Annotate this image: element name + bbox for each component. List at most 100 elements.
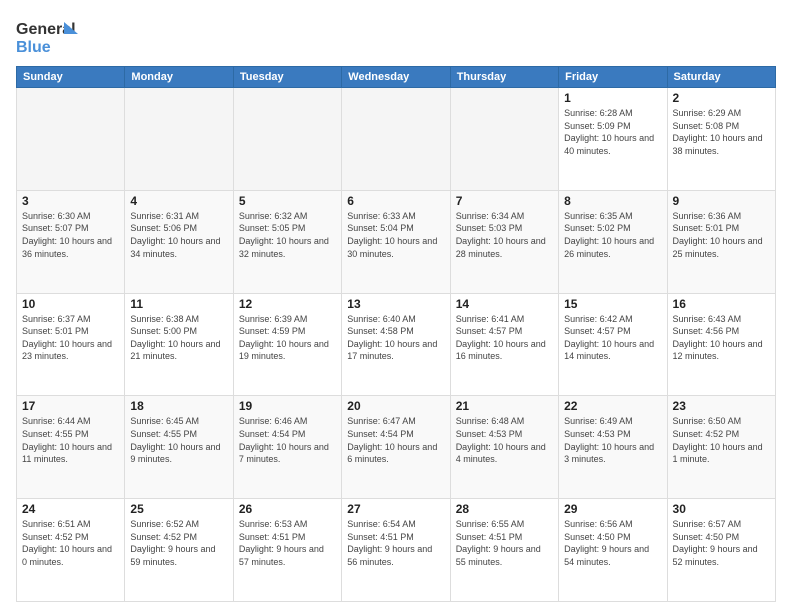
day-info: Sunrise: 6:40 AM Sunset: 4:58 PM Dayligh… — [347, 313, 444, 363]
day-info: Sunrise: 6:46 AM Sunset: 4:54 PM Dayligh… — [239, 415, 336, 465]
day-info: Sunrise: 6:29 AM Sunset: 5:08 PM Dayligh… — [673, 107, 770, 157]
day-info: Sunrise: 6:51 AM Sunset: 4:52 PM Dayligh… — [22, 518, 119, 568]
day-info: Sunrise: 6:38 AM Sunset: 5:00 PM Dayligh… — [130, 313, 227, 363]
col-header-sunday: Sunday — [17, 67, 125, 88]
day-info: Sunrise: 6:57 AM Sunset: 4:50 PM Dayligh… — [673, 518, 770, 568]
day-cell: 23 Sunrise: 6:50 AM Sunset: 4:52 PM Dayli… — [667, 396, 775, 499]
day-cell: 7Sunrise: 6:34 AM Sunset: 5:03 PM Daylig… — [450, 190, 558, 293]
day-cell: 12 Sunrise: 6:39 AM Sunset: 4:59 PM Dayli… — [233, 293, 341, 396]
day-info: Sunrise: 6:55 AM Sunset: 4:51 PM Dayligh… — [456, 518, 553, 568]
day-info: Sunrise: 6:35 AM Sunset: 5:02 PM Dayligh… — [564, 210, 661, 260]
day-number: 7 — [456, 194, 553, 208]
day-info: Sunrise: 6:43 AM Sunset: 4:56 PM Dayligh… — [673, 313, 770, 363]
day-cell: 24Sunrise: 6:51 AM Sunset: 4:52 PM Dayli… — [17, 499, 125, 602]
col-header-friday: Friday — [559, 67, 667, 88]
day-info: Sunrise: 6:50 AM Sunset: 4:52 PM Dayligh… — [673, 415, 770, 465]
day-number: 14 — [456, 297, 553, 311]
week-row-4: 17 Sunrise: 6:44 AM Sunset: 4:55 PM Dayli… — [17, 396, 776, 499]
day-cell: 9 Sunrise: 6:36 AM Sunset: 5:01 PM Daylig… — [667, 190, 775, 293]
col-header-tuesday: Tuesday — [233, 67, 341, 88]
week-row-3: 10 Sunrise: 6:37 AM Sunset: 5:01 PM Dayli… — [17, 293, 776, 396]
day-cell: 25 Sunrise: 6:52 AM Sunset: 4:52 PM Dayli… — [125, 499, 233, 602]
day-cell: 22Sunrise: 6:49 AM Sunset: 4:53 PM Dayli… — [559, 396, 667, 499]
day-cell: 1 Sunrise: 6:28 AM Sunset: 5:09 PM Daylig… — [559, 88, 667, 191]
day-cell: 27Sunrise: 6:54 AM Sunset: 4:51 PM Dayli… — [342, 499, 450, 602]
day-cell — [17, 88, 125, 191]
day-cell: 26 Sunrise: 6:53 AM Sunset: 4:51 PM Dayli… — [233, 499, 341, 602]
day-cell — [342, 88, 450, 191]
day-cell: 3 Sunrise: 6:30 AM Sunset: 5:07 PM Daylig… — [17, 190, 125, 293]
day-cell: 11 Sunrise: 6:38 AM Sunset: 5:00 PM Dayli… — [125, 293, 233, 396]
day-cell: 10 Sunrise: 6:37 AM Sunset: 5:01 PM Dayli… — [17, 293, 125, 396]
day-number: 2 — [673, 91, 770, 105]
day-info: Sunrise: 6:44 AM Sunset: 4:55 PM Dayligh… — [22, 415, 119, 465]
day-number: 15 — [564, 297, 661, 311]
day-info: Sunrise: 6:56 AM Sunset: 4:50 PM Dayligh… — [564, 518, 661, 568]
day-cell — [233, 88, 341, 191]
day-info: Sunrise: 6:28 AM Sunset: 5:09 PM Dayligh… — [564, 107, 661, 157]
day-info: Sunrise: 6:48 AM Sunset: 4:53 PM Dayligh… — [456, 415, 553, 465]
logo: GeneralBlue — [16, 16, 86, 56]
col-header-monday: Monday — [125, 67, 233, 88]
day-info: Sunrise: 6:54 AM Sunset: 4:51 PM Dayligh… — [347, 518, 444, 568]
day-cell: 4 Sunrise: 6:31 AM Sunset: 5:06 PM Daylig… — [125, 190, 233, 293]
day-number: 18 — [130, 399, 227, 413]
day-info: Sunrise: 6:45 AM Sunset: 4:55 PM Dayligh… — [130, 415, 227, 465]
day-number: 30 — [673, 502, 770, 516]
day-number: 12 — [239, 297, 336, 311]
day-cell — [125, 88, 233, 191]
day-cell: 29 Sunrise: 6:56 AM Sunset: 4:50 PM Dayli… — [559, 499, 667, 602]
day-info: Sunrise: 6:31 AM Sunset: 5:06 PM Dayligh… — [130, 210, 227, 260]
day-cell: 8Sunrise: 6:35 AM Sunset: 5:02 PM Daylig… — [559, 190, 667, 293]
day-info: Sunrise: 6:36 AM Sunset: 5:01 PM Dayligh… — [673, 210, 770, 260]
svg-text:Blue: Blue — [16, 39, 51, 56]
day-number: 1 — [564, 91, 661, 105]
day-cell: 5 Sunrise: 6:32 AM Sunset: 5:05 PM Daylig… — [233, 190, 341, 293]
day-info: Sunrise: 6:41 AM Sunset: 4:57 PM Dayligh… — [456, 313, 553, 363]
day-number: 23 — [673, 399, 770, 413]
day-cell: 30 Sunrise: 6:57 AM Sunset: 4:50 PM Dayli… — [667, 499, 775, 602]
day-cell: 15 Sunrise: 6:42 AM Sunset: 4:57 PM Dayli… — [559, 293, 667, 396]
day-number: 11 — [130, 297, 227, 311]
week-row-1: 1 Sunrise: 6:28 AM Sunset: 5:09 PM Daylig… — [17, 88, 776, 191]
logo-svg: GeneralBlue — [16, 16, 86, 56]
day-number: 29 — [564, 502, 661, 516]
day-number: 19 — [239, 399, 336, 413]
day-info: Sunrise: 6:30 AM Sunset: 5:07 PM Dayligh… — [22, 210, 119, 260]
day-cell: 16Sunrise: 6:43 AM Sunset: 4:56 PM Dayli… — [667, 293, 775, 396]
day-number: 4 — [130, 194, 227, 208]
day-cell: 18 Sunrise: 6:45 AM Sunset: 4:55 PM Dayli… — [125, 396, 233, 499]
day-number: 26 — [239, 502, 336, 516]
day-number: 9 — [673, 194, 770, 208]
header-row: SundayMondayTuesdayWednesdayThursdayFrid… — [17, 67, 776, 88]
day-cell: 28 Sunrise: 6:55 AM Sunset: 4:51 PM Dayli… — [450, 499, 558, 602]
day-info: Sunrise: 6:53 AM Sunset: 4:51 PM Dayligh… — [239, 518, 336, 568]
day-number: 25 — [130, 502, 227, 516]
day-cell: 21 Sunrise: 6:48 AM Sunset: 4:53 PM Dayli… — [450, 396, 558, 499]
day-info: Sunrise: 6:52 AM Sunset: 4:52 PM Dayligh… — [130, 518, 227, 568]
day-info: Sunrise: 6:42 AM Sunset: 4:57 PM Dayligh… — [564, 313, 661, 363]
col-header-saturday: Saturday — [667, 67, 775, 88]
day-info: Sunrise: 6:37 AM Sunset: 5:01 PM Dayligh… — [22, 313, 119, 363]
day-number: 28 — [456, 502, 553, 516]
day-number: 13 — [347, 297, 444, 311]
day-cell — [450, 88, 558, 191]
day-number: 17 — [22, 399, 119, 413]
day-number: 10 — [22, 297, 119, 311]
calendar-table: SundayMondayTuesdayWednesdayThursdayFrid… — [16, 66, 776, 602]
day-number: 20 — [347, 399, 444, 413]
day-cell: 2 Sunrise: 6:29 AM Sunset: 5:08 PM Daylig… — [667, 88, 775, 191]
day-cell: 19 Sunrise: 6:46 AM Sunset: 4:54 PM Dayli… — [233, 396, 341, 499]
day-number: 21 — [456, 399, 553, 413]
day-number: 5 — [239, 194, 336, 208]
day-info: Sunrise: 6:39 AM Sunset: 4:59 PM Dayligh… — [239, 313, 336, 363]
week-row-2: 3 Sunrise: 6:30 AM Sunset: 5:07 PM Daylig… — [17, 190, 776, 293]
week-row-5: 24Sunrise: 6:51 AM Sunset: 4:52 PM Dayli… — [17, 499, 776, 602]
col-header-wednesday: Wednesday — [342, 67, 450, 88]
day-number: 22 — [564, 399, 661, 413]
day-cell: 13 Sunrise: 6:40 AM Sunset: 4:58 PM Dayli… — [342, 293, 450, 396]
day-info: Sunrise: 6:32 AM Sunset: 5:05 PM Dayligh… — [239, 210, 336, 260]
header: GeneralBlue — [16, 16, 776, 56]
day-info: Sunrise: 6:33 AM Sunset: 5:04 PM Dayligh… — [347, 210, 444, 260]
day-number: 3 — [22, 194, 119, 208]
